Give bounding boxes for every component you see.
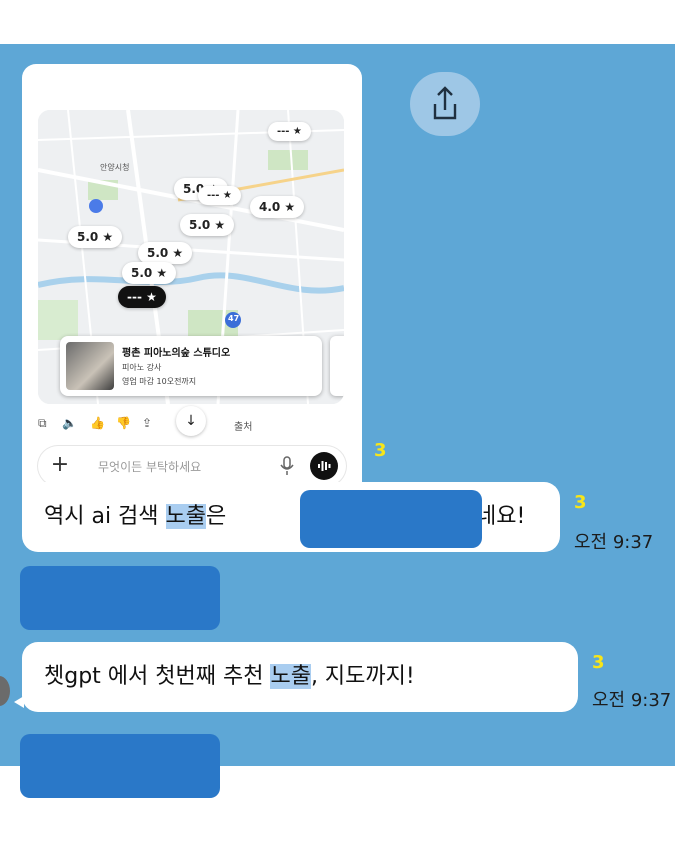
message-time: 오전 9:37 bbox=[592, 690, 672, 711]
thumbs-up-icon[interactable]: 👍 bbox=[90, 416, 105, 430]
avatar[interactable] bbox=[0, 676, 10, 706]
message-text: 쳇gpt 에서 첫번째 추천 bbox=[44, 664, 271, 689]
message-text-end: 네요! bbox=[476, 504, 526, 529]
unread-count: 3 bbox=[374, 440, 387, 461]
sources-label[interactable]: 출처 bbox=[234, 418, 252, 433]
selected-rating-pill[interactable]: --- ★ bbox=[118, 286, 166, 308]
rating-pill[interactable]: --- ★ bbox=[198, 186, 241, 205]
voice-mode-button[interactable] bbox=[310, 452, 338, 480]
share-button[interactable] bbox=[410, 72, 480, 136]
rating-pill[interactable]: 5.0 ★ bbox=[138, 242, 193, 264]
shared-screenshot-image[interactable]: 안양시청 --- ★ 5.0 ★ --- ★ 4.0 ★ 5.0 ★ 5.0 ★… bbox=[22, 64, 362, 512]
chat-input-placeholder[interactable]: 무엇이든 부탁하세요 bbox=[98, 458, 201, 475]
rating-pill[interactable]: --- ★ bbox=[268, 122, 311, 141]
plus-icon[interactable]: + bbox=[46, 452, 74, 480]
chat-background: 안양시청 --- ★ 5.0 ★ --- ★ 4.0 ★ 5.0 ★ 5.0 ★… bbox=[0, 44, 675, 766]
message-text: 역시 ai 검색 bbox=[44, 504, 166, 529]
message-highlight: 노출 bbox=[270, 664, 311, 689]
message-text: 은 bbox=[206, 504, 227, 529]
message-highlight: 노출 bbox=[165, 504, 207, 529]
rating-pill[interactable]: 5.0 ★ bbox=[180, 214, 235, 236]
place-card[interactable]: 평촌 피아노의숲 스튜디오 피아노 강사 영업 마감 10오전까지 bbox=[60, 336, 322, 396]
place-name: 평촌 피아노의숲 스튜디오 bbox=[122, 348, 231, 359]
place-category: 피아노 강사 bbox=[122, 363, 162, 372]
rating-pill[interactable]: 4.0 ★ bbox=[250, 196, 305, 218]
redacted-sender-name bbox=[20, 566, 220, 630]
speaker-icon[interactable]: 🔈 bbox=[62, 416, 77, 430]
share-icon[interactable]: ⇪ bbox=[142, 416, 152, 430]
copy-icon[interactable]: ⧉ bbox=[38, 416, 47, 431]
message-text: , 지도까지! bbox=[310, 664, 415, 689]
message-time: 오전 9:37 bbox=[574, 532, 654, 553]
place-photo bbox=[66, 342, 114, 390]
map-view[interactable]: 안양시청 --- ★ 5.0 ★ --- ★ 4.0 ★ 5.0 ★ 5.0 ★… bbox=[38, 110, 344, 404]
scroll-down-icon[interactable]: ↓ bbox=[176, 406, 206, 436]
redaction-block bbox=[300, 490, 482, 548]
microphone-icon[interactable] bbox=[278, 456, 296, 476]
chat-input-bar[interactable]: + 무엇이든 부탁하세요 bbox=[38, 446, 346, 486]
message-bubble[interactable]: 쳇gpt 에서 첫번째 추천 노출, 지도까지! bbox=[22, 642, 578, 712]
redacted-sender-name bbox=[20, 734, 220, 798]
unread-count: 3 bbox=[592, 652, 605, 673]
waveform-icon bbox=[318, 461, 331, 471]
rating-pill[interactable]: 5.0 ★ bbox=[68, 226, 123, 248]
map-district-label: 안양시청 bbox=[100, 163, 130, 172]
rating-pill[interactable]: 5.0 ★ bbox=[122, 262, 177, 284]
share-icon bbox=[433, 86, 457, 120]
place-hours: 영업 마감 10오전까지 bbox=[122, 377, 197, 386]
unread-count: 3 bbox=[574, 492, 587, 513]
route-badge: 47 bbox=[228, 314, 240, 323]
next-place-card[interactable] bbox=[330, 336, 344, 396]
thumbs-down-icon[interactable]: 👎 bbox=[116, 416, 131, 430]
